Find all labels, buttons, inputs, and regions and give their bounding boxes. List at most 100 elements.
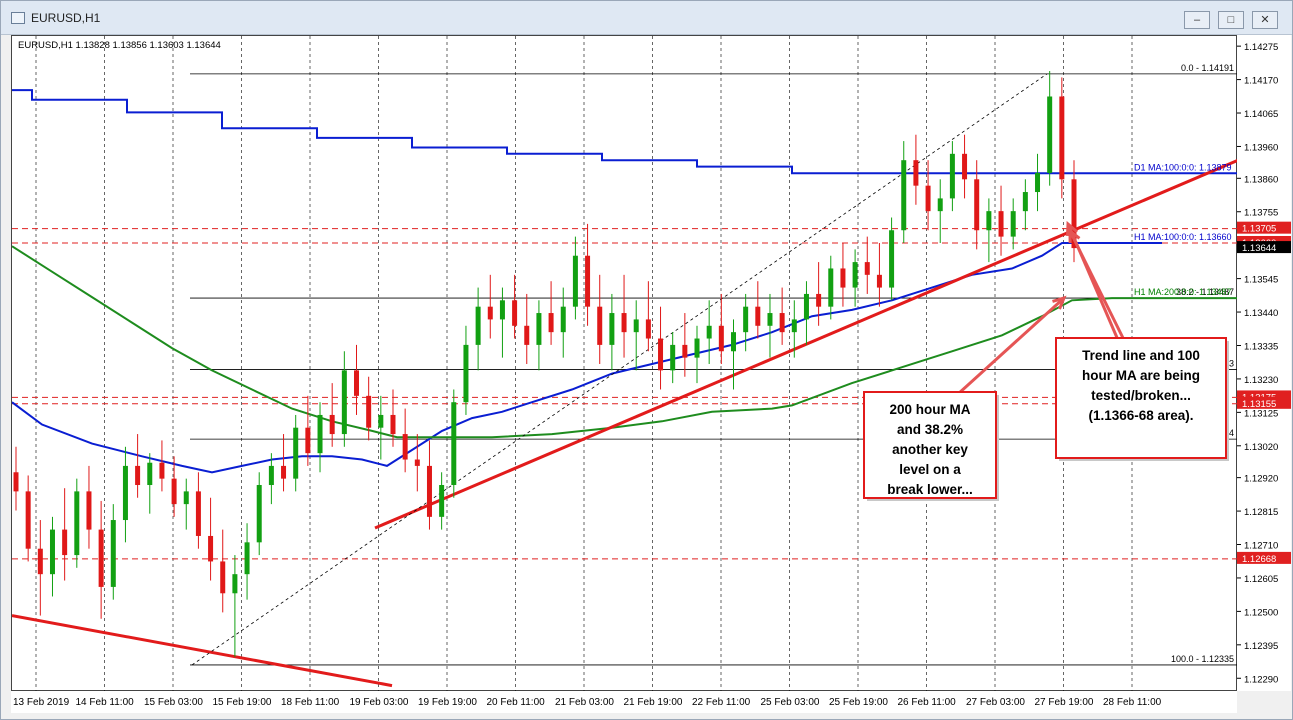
annotation-arrow xyxy=(1066,223,1120,341)
x-tick-label: 27 Feb 19:00 xyxy=(1035,697,1094,708)
candle-body xyxy=(135,465,141,486)
candle-body xyxy=(110,520,116,587)
time-axis-svg: 13 Feb 2019 14 Feb 11:00 15 Feb 03:00 15 Fe… xyxy=(13,697,1162,708)
candle-body xyxy=(183,491,189,505)
candle-body xyxy=(694,338,700,358)
x-tick-label: 28 Feb 11:00 xyxy=(1103,697,1162,708)
ma-label: H1 MA:200:0:0: 1.13487 xyxy=(1134,287,1232,297)
x-tick-label: 22 Feb 11:00 xyxy=(692,697,751,708)
fibonacci-level-label: 0.0 - 1.14191 xyxy=(1181,63,1234,73)
y-tick-label: 1.13545 xyxy=(1244,275,1278,286)
close-button[interactable]: ✕ xyxy=(1252,11,1278,29)
price-level-tag-label: 1.13155 xyxy=(1242,399,1276,410)
y-tick-label: 1.13860 xyxy=(1244,174,1278,185)
candle-body xyxy=(329,414,335,435)
candle-body xyxy=(49,529,55,575)
annotation-box-text: hour MA are being xyxy=(1082,368,1200,383)
candle-body xyxy=(487,306,493,320)
candle-body xyxy=(621,313,627,333)
y-tick-label: 1.12500 xyxy=(1244,607,1278,618)
x-tick-label: 27 Feb 03:00 xyxy=(966,697,1025,708)
h1-ma-200-line xyxy=(11,245,1238,439)
candle-body xyxy=(13,472,19,492)
minimize-button[interactable]: – xyxy=(1184,11,1210,29)
x-tick-label: 21 Feb 19:00 xyxy=(624,697,683,708)
candle-body xyxy=(171,478,177,505)
candle-body xyxy=(816,293,822,307)
x-tick-label: 20 Feb 11:00 xyxy=(487,697,546,708)
price-level-tag-label: 1.13705 xyxy=(1242,224,1276,235)
candle-body xyxy=(426,465,432,517)
candle-body xyxy=(354,370,360,396)
annotation-box-text: another key xyxy=(892,442,968,457)
candle-body xyxy=(98,529,104,587)
candle-body xyxy=(767,313,773,326)
candle-body xyxy=(74,491,80,556)
x-tick-label: 13 Feb 2019 xyxy=(13,697,70,708)
candle-body xyxy=(475,306,481,345)
candle-body xyxy=(1022,192,1028,212)
candle-body xyxy=(609,313,615,345)
price-axis[interactable]: 1.14275 1.14170 1.14065 1.13960 1.13860 1.137… xyxy=(1237,35,1291,691)
annotation-box-text: tested/broken... xyxy=(1091,388,1191,403)
time-axis[interactable]: 13 Feb 2019 14 Feb 11:00 15 Feb 03:00 15 Fe… xyxy=(11,691,1237,713)
candle-body xyxy=(743,306,749,333)
annotation-box-text: and 38.2% xyxy=(897,422,963,437)
candle-body xyxy=(779,313,785,333)
candle-body xyxy=(913,160,919,186)
y-tick-label: 1.14065 xyxy=(1244,109,1278,120)
candle-body xyxy=(268,465,274,486)
candle-body xyxy=(560,306,566,333)
annotation-box-text: Trend line and 100 xyxy=(1082,348,1200,363)
annotation-arrow xyxy=(956,296,1066,396)
y-tick-label: 1.12920 xyxy=(1244,474,1278,485)
x-tick-label: 25 Feb 03:00 xyxy=(761,697,820,708)
candle-body xyxy=(949,153,955,199)
close-icon: ✕ xyxy=(1260,14,1270,26)
candle-body xyxy=(122,465,128,521)
y-tick-label: 1.12395 xyxy=(1244,641,1278,652)
y-tick-label: 1.13020 xyxy=(1244,442,1278,453)
fibonacci-level-label: 100.0 - 1.12335 xyxy=(1171,654,1234,664)
y-tick-label: 1.13125 xyxy=(1244,408,1278,419)
candle-body xyxy=(305,427,311,454)
candle-body xyxy=(986,211,992,231)
chart-window-icon xyxy=(11,12,25,24)
y-tick-label: 1.13230 xyxy=(1244,375,1278,386)
candle-body xyxy=(37,548,43,575)
maximize-button[interactable]: □ xyxy=(1218,11,1244,29)
candle-body xyxy=(852,262,858,288)
candle-body xyxy=(341,370,347,435)
annotation-box-text: (1.1366-68 area). xyxy=(1088,408,1193,423)
candle-body xyxy=(281,465,287,479)
candle-body xyxy=(451,402,457,486)
candle-body xyxy=(876,274,882,288)
price-chart-area[interactable]: 0.0 - 1.1419138.2 - 1.134876344100.0 - 1… xyxy=(11,35,1239,692)
x-tick-label: 19 Feb 03:00 xyxy=(350,697,409,708)
chart-svg: 0.0 - 1.1419138.2 - 1.134876344100.0 - 1… xyxy=(11,36,1239,692)
candle-body xyxy=(572,255,578,307)
candle-body xyxy=(439,485,445,517)
x-tick-label: 18 Feb 11:00 xyxy=(281,697,340,708)
x-tick-label: 15 Feb 03:00 xyxy=(144,697,203,708)
candle-body xyxy=(706,325,712,339)
candle-body xyxy=(597,306,603,345)
candle-body xyxy=(585,255,591,307)
candle-body xyxy=(1010,211,1016,237)
candle-body xyxy=(937,198,943,212)
candle-body xyxy=(25,491,31,549)
ma-label: D1 MA:100:0:0: 1.13879 xyxy=(1134,162,1232,172)
x-tick-label: 15 Feb 19:00 xyxy=(213,697,272,708)
candle-body xyxy=(730,332,736,352)
y-tick-label: 1.12815 xyxy=(1244,507,1278,518)
candle-body xyxy=(220,561,226,594)
candle-body xyxy=(645,319,651,339)
candle-body xyxy=(974,179,980,231)
y-tick-label: 1.14275 xyxy=(1244,42,1278,53)
annotation-box-text: 200 hour MA xyxy=(889,402,970,417)
candle-body xyxy=(658,338,664,371)
candle-body xyxy=(256,485,262,543)
annotation-box-text: break lower... xyxy=(887,482,973,497)
x-tick-label: 14 Feb 11:00 xyxy=(76,697,135,708)
y-tick-label: 1.12710 xyxy=(1244,541,1278,552)
